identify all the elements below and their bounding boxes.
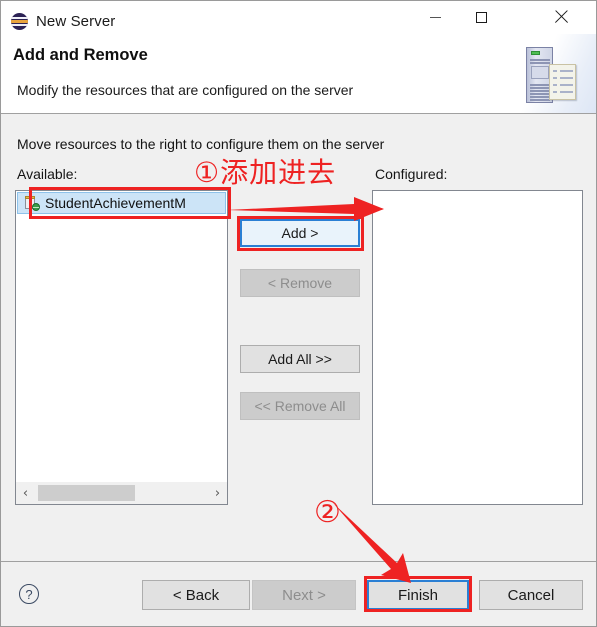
- web-project-icon: [24, 195, 40, 211]
- configured-label: Configured:: [375, 166, 448, 182]
- cancel-button[interactable]: Cancel: [479, 580, 583, 610]
- eclipse-logo-icon: [11, 12, 28, 30]
- window-title: New Server: [36, 12, 116, 30]
- scroll-right-icon[interactable]: ›: [208, 482, 227, 504]
- remove-all-button[interactable]: << Remove All: [240, 392, 360, 420]
- available-resources-list[interactable]: StudentAchievementM ‹ ›: [15, 190, 228, 505]
- remove-button[interactable]: < Remove: [240, 269, 360, 297]
- back-button[interactable]: < Back: [142, 580, 250, 610]
- configured-resources-list[interactable]: [372, 190, 583, 505]
- close-icon[interactable]: [538, 1, 584, 33]
- minimize-icon[interactable]: [412, 1, 458, 33]
- add-all-button[interactable]: Add All >>: [240, 345, 360, 373]
- next-button[interactable]: Next >: [252, 580, 356, 610]
- list-item[interactable]: StudentAchievementM: [17, 192, 226, 214]
- page-title: Add and Remove: [13, 46, 148, 64]
- wizard-header: Add and Remove Modify the resources that…: [1, 34, 596, 114]
- new-server-dialog: New Server Add and Remove Modify the res…: [0, 0, 597, 627]
- document-icon: [549, 64, 576, 100]
- scrollbar-thumb[interactable]: [38, 485, 135, 501]
- server-and-document-icon: [506, 34, 596, 113]
- list-item-label: StudentAchievementM: [45, 195, 186, 211]
- horizontal-scrollbar[interactable]: ‹ ›: [16, 482, 227, 504]
- add-button[interactable]: Add >: [240, 219, 360, 247]
- available-label: Available:: [17, 166, 78, 182]
- maximize-icon[interactable]: [458, 1, 504, 33]
- dialog-body: Move resources to the right to configure…: [1, 114, 596, 561]
- help-icon[interactable]: ?: [19, 584, 39, 604]
- instruction-text: Move resources to the right to configure…: [17, 136, 385, 152]
- dialog-footer: ? < Back Next > Finish Cancel: [1, 561, 596, 626]
- page-description: Modify the resources that are configured…: [17, 82, 354, 98]
- scroll-left-icon[interactable]: ‹: [16, 482, 35, 504]
- finish-button[interactable]: Finish: [367, 580, 469, 610]
